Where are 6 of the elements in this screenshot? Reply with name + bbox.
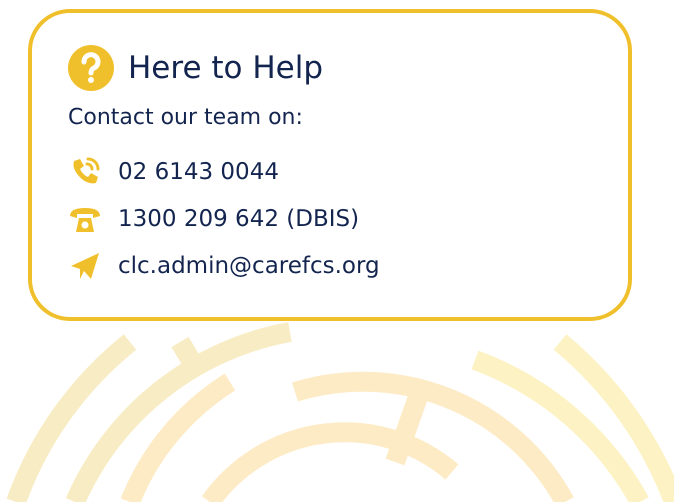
contact-text: 1300 209 642 (DBIS)	[118, 206, 360, 232]
intro-text: Contact our team on:	[68, 105, 304, 130]
help-icon	[68, 45, 114, 91]
contact-text: clc.admin@carefcs.org	[118, 252, 380, 278]
card-title: Here to Help	[128, 50, 324, 86]
contact-text: 02 6143 0044	[118, 158, 279, 184]
